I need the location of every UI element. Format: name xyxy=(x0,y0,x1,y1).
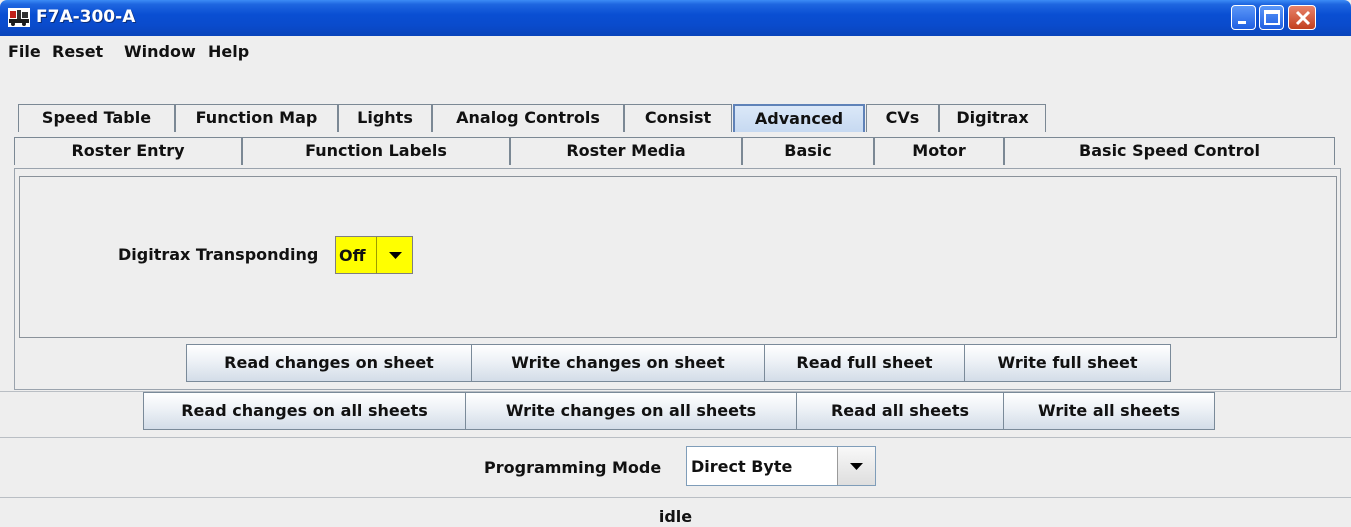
menu-window[interactable]: Window xyxy=(124,42,196,61)
programming-mode-label: Programming Mode xyxy=(484,458,662,477)
tab-analog-controls[interactable]: Analog Controls xyxy=(432,104,624,132)
menu-file[interactable]: File xyxy=(8,42,41,61)
train-icon xyxy=(8,8,30,27)
menu-reset[interactable]: Reset xyxy=(52,42,103,61)
tab-basic-speed-control[interactable]: Basic Speed Control xyxy=(1004,137,1335,165)
tab-roster-entry[interactable]: Roster Entry xyxy=(14,137,242,165)
menu-bar: File Reset Window Help xyxy=(0,36,1351,66)
read-full-sheet-button[interactable]: Read full sheet xyxy=(764,344,965,382)
programming-mode-select[interactable]: Direct Byte xyxy=(686,446,876,486)
transponding-value: Off xyxy=(339,246,366,265)
transponding-dropdown-button[interactable] xyxy=(376,237,413,273)
maximize-button[interactable] xyxy=(1259,5,1284,30)
minimize-button[interactable] xyxy=(1231,5,1256,30)
maximize-icon xyxy=(1264,10,1280,25)
chevron-down-icon xyxy=(850,463,863,470)
tab-advanced-label: Advanced xyxy=(754,109,844,128)
divider xyxy=(0,497,1351,498)
window-title: F7A-300-A xyxy=(36,7,136,27)
write-full-sheet-button[interactable]: Write full sheet xyxy=(964,344,1171,382)
read-changes-all-sheets-button[interactable]: Read changes on all sheets xyxy=(143,392,466,430)
programming-mode-dropdown-button[interactable] xyxy=(837,447,875,485)
tab-lights[interactable]: Lights xyxy=(338,104,432,132)
tab-digitrax[interactable]: Digitrax xyxy=(939,104,1046,132)
chevron-down-icon xyxy=(389,252,402,259)
tab-consist[interactable]: Consist xyxy=(624,104,732,132)
tab-motor[interactable]: Motor xyxy=(874,137,1004,165)
programming-mode-value: Direct Byte xyxy=(691,457,793,476)
write-all-sheets-button[interactable]: Write all sheets xyxy=(1003,392,1215,430)
tab-roster-media[interactable]: Roster Media xyxy=(510,137,742,165)
transponding-select[interactable]: Off xyxy=(335,236,413,274)
write-changes-all-sheets-button[interactable]: Write changes on all sheets xyxy=(465,392,797,430)
divider xyxy=(0,437,1351,438)
tab-speed-table[interactable]: Speed Table xyxy=(18,104,175,132)
status-text: idle xyxy=(658,507,693,526)
read-changes-sheet-button[interactable]: Read changes on sheet xyxy=(186,344,472,382)
close-button[interactable] xyxy=(1288,5,1316,30)
tab-function-map[interactable]: Function Map xyxy=(175,104,338,132)
close-icon xyxy=(1295,10,1311,26)
minimize-icon xyxy=(1238,21,1246,24)
read-all-sheets-button[interactable]: Read all sheets xyxy=(796,392,1004,430)
title-bar[interactable]: F7A-300-A xyxy=(0,0,1351,36)
tab-basic[interactable]: Basic xyxy=(742,137,874,165)
tab-cvs[interactable]: CVs xyxy=(866,104,939,132)
menu-help[interactable]: Help xyxy=(208,42,249,61)
tab-advanced[interactable]: Advanced xyxy=(733,104,865,132)
tab-function-labels[interactable]: Function Labels xyxy=(242,137,510,165)
write-changes-sheet-button[interactable]: Write changes on sheet xyxy=(471,344,765,382)
transponding-label: Digitrax Transponding xyxy=(118,245,319,264)
